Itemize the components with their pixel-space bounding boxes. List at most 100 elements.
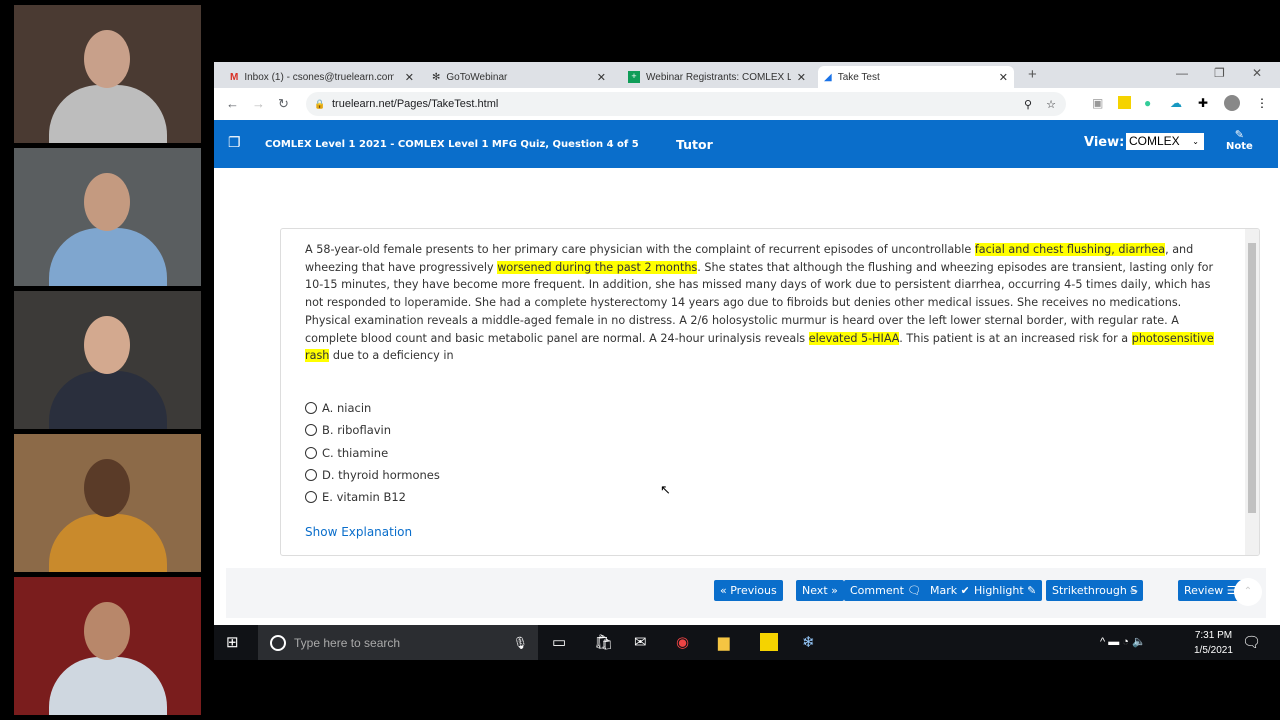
radio-button[interactable] xyxy=(305,402,317,414)
scroll-to-top-button[interactable]: ⌃ xyxy=(1234,578,1262,606)
answer-option[interactable]: E. vitamin B12 xyxy=(305,490,406,504)
zoom-icon[interactable]: ⚲ xyxy=(1024,98,1032,111)
copy-icon[interactable]: ❐ xyxy=(228,134,241,151)
participant-video xyxy=(14,5,201,143)
windows-taskbar: ⊞ Type here to search 🎙 ▭ 🛍 ✉ ◉ ▆ ❄ ^ ▬ ◔… xyxy=(214,625,1280,660)
question-panel: A 58-year-old female presents to her pri… xyxy=(280,228,1260,556)
address-bar-row: ← → ↻ 🔒 truelearn.net/Pages/TakeTest.html… xyxy=(214,88,1280,120)
participant-video xyxy=(14,148,201,286)
participant-body xyxy=(49,657,167,715)
extensions-puzzle-icon[interactable]: ✚ xyxy=(1198,96,1208,110)
profile-avatar[interactable] xyxy=(1224,95,1240,111)
restore-button[interactable]: ❐ xyxy=(1214,66,1225,80)
clock[interactable]: 7:31 PM 1/5/2021 xyxy=(1194,628,1233,658)
taskbar-search-input[interactable]: Type here to search 🎙 xyxy=(258,625,538,660)
close-tab-icon[interactable]: ✕ xyxy=(405,71,414,84)
forward-icon[interactable]: → xyxy=(252,96,265,111)
mail-icon[interactable]: ✉ xyxy=(634,633,647,651)
participant-body xyxy=(49,85,167,143)
view-select[interactable]: COMLEX ⌄ xyxy=(1126,133,1204,150)
windows-start-icon[interactable]: ⊞ xyxy=(226,633,239,651)
menu-kebab-icon[interactable]: ⋮ xyxy=(1256,96,1268,110)
pdf-extension-icon[interactable]: ▣ xyxy=(1092,96,1103,110)
close-tab-icon[interactable]: ✕ xyxy=(797,71,806,84)
extension-badge-icon[interactable]: ● xyxy=(1144,96,1151,110)
participant-body xyxy=(49,514,167,572)
close-window-button[interactable]: ✕ xyxy=(1252,66,1262,80)
snowflake-app-icon[interactable]: ❄ xyxy=(802,633,815,651)
highlighted-text: facial and chest flushing, diarrhea xyxy=(974,243,1166,256)
question-stem: A 58-year-old female presents to her pri… xyxy=(305,241,1225,365)
bookmark-star-icon[interactable]: ☆ xyxy=(1046,98,1056,111)
participant-body xyxy=(49,228,167,286)
question-area: A 58-year-old female presents to her pri… xyxy=(214,168,1278,625)
test-title: COMLEX Level 1 2021 - COMLEX Level 1 MFG… xyxy=(265,139,639,150)
view-label: View: xyxy=(1084,135,1125,150)
chevron-down-icon: ⌄ xyxy=(1192,137,1199,146)
tab-sheets[interactable]: + Webinar Registrants: COMLEX Le ✕ xyxy=(622,66,812,88)
new-tab-button[interactable]: + xyxy=(1028,66,1037,83)
note-button[interactable]: ✎ Note xyxy=(1226,128,1253,152)
answer-option[interactable]: D. thyroid hormones xyxy=(305,468,440,482)
extension-icon[interactable] xyxy=(1118,96,1131,109)
salesforce-icon[interactable]: ☁ xyxy=(1170,96,1182,110)
mouse-cursor-icon: ↖ xyxy=(660,482,671,497)
browser-window: M Inbox (1) - csones@truelearn.com ✕ ✻ GoTo… xyxy=(214,62,1280,625)
participant-body xyxy=(49,371,167,429)
cortana-circle-icon xyxy=(270,634,286,651)
sheets-icon: + xyxy=(628,71,640,83)
answer-option[interactable]: B. riboflavin xyxy=(305,423,391,437)
comment-button[interactable]: Comment 🗨 xyxy=(844,580,928,601)
highlight-button[interactable]: Highlight ✎ xyxy=(968,580,1043,601)
minimize-button[interactable]: — xyxy=(1176,66,1188,80)
participant-head xyxy=(84,30,130,88)
scrollbar[interactable] xyxy=(1245,229,1259,555)
chrome-icon[interactable]: ◉ xyxy=(676,633,689,651)
mode-label: Tutor xyxy=(676,137,713,152)
gotowebinar-icon: ✻ xyxy=(432,71,441,83)
participant-head xyxy=(84,602,130,660)
url-input[interactable]: 🔒 truelearn.net/Pages/TakeTest.html ⚲ ☆ xyxy=(306,92,1066,116)
radio-button[interactable] xyxy=(305,491,317,504)
scrollbar-thumb[interactable] xyxy=(1248,243,1256,513)
participant-video xyxy=(14,434,201,572)
test-header: ❐ COMLEX Level 1 2021 - COMLEX Level 1 M… xyxy=(214,120,1278,168)
radio-button[interactable] xyxy=(305,446,317,459)
close-tab-icon[interactable]: ✕ xyxy=(597,71,606,84)
pencil-icon: ✎ xyxy=(1234,128,1245,141)
review-button[interactable]: Review ☰ xyxy=(1178,580,1243,601)
notifications-icon[interactable]: 🗨 xyxy=(1242,633,1261,651)
next-button[interactable]: Next » xyxy=(796,580,844,601)
truelearn-icon: ◢ xyxy=(824,71,832,83)
lock-icon: 🔒 xyxy=(314,98,326,109)
show-explanation-link[interactable]: Show Explanation xyxy=(305,525,412,539)
system-tray-icons[interactable]: ^ ▬ ◔ 🔈 xyxy=(1100,635,1146,648)
participant-head xyxy=(84,459,130,517)
radio-button[interactable] xyxy=(305,424,317,437)
file-explorer-icon[interactable]: ▆ xyxy=(718,633,730,651)
tab-gmail[interactable]: M Inbox (1) - csones@truelearn.com ✕ xyxy=(224,66,420,88)
answer-option[interactable]: C. thiamine xyxy=(305,446,388,460)
participant-video xyxy=(14,291,201,429)
tab-take-test[interactable]: ◢ Take Test ✕ xyxy=(818,66,1014,88)
store-icon[interactable]: 🛍 xyxy=(594,633,613,651)
tab-strip: M Inbox (1) - csones@truelearn.com ✕ ✻ GoTo… xyxy=(214,62,1280,88)
participant-head xyxy=(84,316,130,374)
question-text: due to a deficiency in xyxy=(329,349,454,363)
action-toolbar: « Previous Next » Comment 🗨 Mark ✔ Highlight… xyxy=(226,568,1266,618)
app-icon[interactable] xyxy=(760,633,778,651)
answer-option[interactable]: A. niacin xyxy=(305,401,371,415)
highlighted-text: worsened during the past 2 months xyxy=(497,260,698,274)
close-tab-icon[interactable]: ✕ xyxy=(999,71,1008,84)
participant-head xyxy=(84,173,130,231)
strikethrough-button[interactable]: Strikethrough S̶ xyxy=(1046,580,1144,601)
task-view-icon[interactable]: ▭ xyxy=(552,633,566,651)
reload-icon[interactable]: ↻ xyxy=(278,96,289,112)
participant-video xyxy=(14,577,201,715)
previous-button[interactable]: « Previous xyxy=(714,580,783,601)
tab-gotowebinar[interactable]: ✻ GoToWebinar ✕ xyxy=(426,66,612,88)
back-icon[interactable]: ← xyxy=(226,96,239,111)
microphone-icon[interactable]: 🎙 xyxy=(513,636,528,650)
question-text: . This patient is at an increased risk f… xyxy=(899,331,1132,345)
radio-button[interactable] xyxy=(305,468,317,481)
